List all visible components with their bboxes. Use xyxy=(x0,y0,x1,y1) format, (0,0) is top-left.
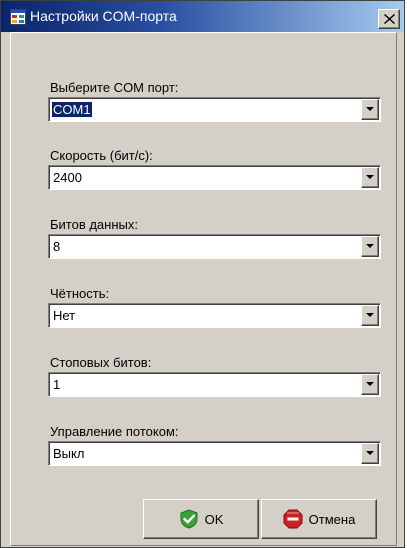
data-bits-select[interactable]: 8 xyxy=(48,234,381,259)
parity-dropdown-button[interactable] xyxy=(361,305,379,326)
com-port-label: Выберите COM порт: xyxy=(50,80,179,95)
stop-bits-dropdown-button[interactable] xyxy=(361,374,379,395)
data-bits-label: Битов данных: xyxy=(50,217,138,232)
ok-button[interactable]: OK xyxy=(143,499,259,539)
com-port-dropdown-button[interactable] xyxy=(361,99,379,120)
baud-rate-label: Скорость (бит/с): xyxy=(50,148,153,163)
baud-rate-dropdown-button[interactable] xyxy=(361,167,379,188)
close-button[interactable] xyxy=(378,9,400,29)
close-icon xyxy=(384,14,395,24)
stop-bits-value: 1 xyxy=(53,377,61,392)
chevron-down-icon xyxy=(366,244,374,248)
com-port-value: COM1 xyxy=(51,101,93,118)
flow-control-select[interactable]: Выкл xyxy=(48,441,381,466)
parity-value: Нет xyxy=(53,308,76,323)
com-port-select[interactable]: COM1 xyxy=(48,97,381,122)
chevron-down-icon xyxy=(366,313,374,317)
chevron-down-icon xyxy=(366,451,374,455)
flow-control-value: Выкл xyxy=(53,446,85,461)
title-bar[interactable]: Настройки COM-порта xyxy=(1,1,404,32)
check-shield-icon xyxy=(180,509,198,529)
stop-bits-label: Стоповых битов: xyxy=(50,355,152,370)
baud-rate-value: 2400 xyxy=(53,170,82,185)
chevron-down-icon xyxy=(366,107,374,111)
chevron-down-icon xyxy=(366,175,374,179)
data-bits-value: 8 xyxy=(53,239,61,254)
flow-control-label: Управление потоком: xyxy=(50,424,179,439)
parity-label: Чётность: xyxy=(50,286,110,301)
data-bits-dropdown-button[interactable] xyxy=(361,236,379,257)
cancel-button[interactable]: Отмена xyxy=(261,499,377,539)
flow-control-dropdown-button[interactable] xyxy=(361,443,379,464)
window-title: Настройки COM-порта xyxy=(30,8,177,24)
parity-select[interactable]: Нет xyxy=(48,303,381,328)
baud-rate-select[interactable]: 2400 xyxy=(48,165,381,190)
cancel-button-label: Отмена xyxy=(308,511,356,527)
chevron-down-icon xyxy=(366,382,374,386)
ok-button-label: OK xyxy=(204,511,224,527)
stop-bits-select[interactable]: 1 xyxy=(48,372,381,397)
com-port-settings-dialog: Настройки COM-порта Выберите COM порт: C… xyxy=(0,0,405,548)
stop-icon xyxy=(283,509,303,529)
app-window-icon xyxy=(10,9,26,25)
